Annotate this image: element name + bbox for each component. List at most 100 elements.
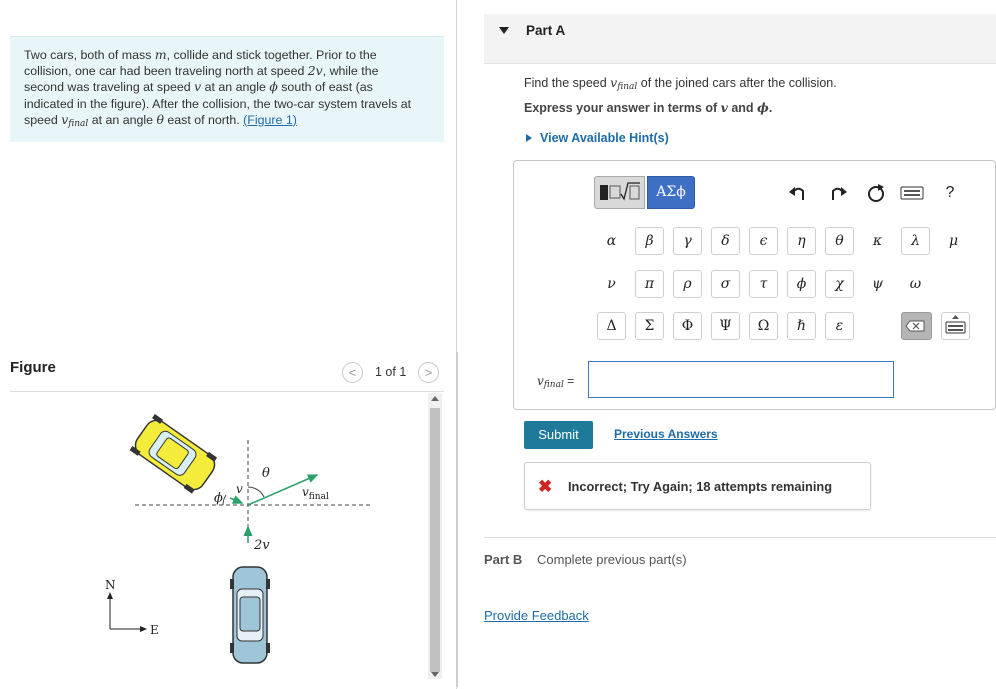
- math-vfinal-sub: final: [68, 118, 89, 129]
- math-phi: ϕ: [757, 100, 769, 115]
- prev-figure-button[interactable]: <: [342, 362, 363, 383]
- theta-arc: [247, 486, 265, 498]
- greek-key-psi[interactable]: ψ: [863, 270, 892, 298]
- label-north: N: [105, 578, 116, 592]
- keyboard-toggle-icon: [945, 315, 966, 334]
- instruction-text: .: [768, 101, 773, 115]
- keyboard-icon[interactable]: [900, 183, 924, 205]
- incorrect-x-icon: ✖: [538, 477, 553, 496]
- greek-key-capital-phi[interactable]: Φ: [673, 312, 702, 340]
- part-a-title: Part A: [526, 23, 566, 38]
- blue-car: [230, 566, 270, 664]
- yellow-car: [129, 414, 218, 494]
- feedback-message: Incorrect; Try Again; 18 attempts remain…: [568, 479, 833, 494]
- figure-heading: Figure: [10, 359, 56, 376]
- panel-divider-lower: [456, 352, 458, 687]
- problem-text-segment: indicated in the figure). After the coll…: [24, 96, 412, 111]
- greek-key-hbar[interactable]: ℏ: [787, 312, 816, 340]
- redo-icon[interactable]: [827, 182, 849, 204]
- math-mass: m: [154, 47, 167, 62]
- figure-scrollbar-thumb[interactable]: [430, 408, 440, 672]
- figure-pager-text: 1 of 1: [375, 365, 407, 379]
- part-b-status: Complete previous part(s): [537, 552, 687, 567]
- greek-key-eta[interactable]: η: [787, 227, 816, 255]
- greek-key-sigma[interactable]: σ: [711, 270, 740, 298]
- greek-key-phi[interactable]: ϕ: [787, 270, 816, 298]
- greek-key-varepsilon[interactable]: ε: [825, 312, 854, 340]
- greek-key-omega[interactable]: ω: [901, 270, 930, 298]
- problem-text-segment: speed: [24, 112, 62, 127]
- greek-key-gamma[interactable]: γ: [673, 227, 702, 255]
- part-a-header[interactable]: [484, 14, 996, 64]
- reset-icon[interactable]: [865, 182, 887, 204]
- question-text: Find the speed: [524, 76, 611, 90]
- label-vfinal: vfinal: [302, 485, 329, 502]
- math-speed-2v: 2v: [307, 63, 323, 79]
- greek-key-kappa[interactable]: κ: [863, 227, 892, 255]
- problem-text-segment: , while the: [322, 64, 379, 79]
- scroll-down-icon[interactable]: [431, 672, 439, 677]
- answer-input-label: vfinal =: [537, 374, 574, 390]
- templates-icon: [600, 182, 640, 201]
- math-v: v: [720, 100, 728, 115]
- collapse-caret-icon[interactable]: [499, 27, 509, 34]
- next-figure-button[interactable]: >: [418, 362, 439, 383]
- arrow-v: [229, 495, 244, 504]
- problem-text-segment: east of north.: [163, 112, 244, 127]
- greek-symbols-button[interactable]: ΑΣϕ: [647, 176, 695, 209]
- greek-key-alpha[interactable]: α: [597, 227, 626, 255]
- math-phi: ϕ: [269, 79, 278, 95]
- greek-key-pi[interactable]: π: [635, 270, 664, 298]
- figure-link[interactable]: (Figure 1): [243, 113, 297, 127]
- problem-text-segment: south of east (as: [277, 80, 373, 95]
- problem-text-segment: at an angle: [201, 80, 270, 95]
- help-icon[interactable]: ?: [939, 182, 961, 204]
- greek-key-lambda[interactable]: λ: [901, 227, 930, 255]
- part-a-question: Find the speed vfinal of the joined cars…: [524, 75, 837, 92]
- backspace-icon: [905, 320, 925, 332]
- keyboard-toggle-button[interactable]: [941, 312, 970, 340]
- label-east: E: [150, 623, 159, 637]
- greek-key-capital-omega[interactable]: Ω: [749, 312, 778, 340]
- templates-button[interactable]: [594, 176, 645, 209]
- problem-text-segment: Two cars, both of mass: [24, 48, 155, 62]
- problem-text-segment: , collide and stick together. Prior to t…: [166, 48, 377, 62]
- view-hints-link[interactable]: View Available Hint(s): [540, 131, 669, 145]
- provide-feedback-link[interactable]: Provide Feedback: [484, 608, 589, 623]
- answer-input[interactable]: [588, 361, 894, 398]
- greek-key-capital-delta[interactable]: Δ: [597, 312, 626, 340]
- part-a-instructions: Express your answer in terms of v and ϕ.: [524, 100, 772, 115]
- greek-key-chi[interactable]: χ: [825, 270, 854, 298]
- equals-sign: =: [563, 374, 575, 388]
- submit-button[interactable]: Submit: [524, 421, 593, 449]
- greek-key-capital-sigma[interactable]: Σ: [635, 312, 664, 340]
- greek-key-beta[interactable]: β: [635, 227, 664, 255]
- greek-key-tau[interactable]: τ: [749, 270, 778, 298]
- question-text: of the joined cars after the collision.: [637, 76, 837, 90]
- greek-key-capital-psi[interactable]: Ψ: [711, 312, 740, 340]
- label-2v: 2v: [253, 538, 270, 553]
- problem-statement: Two cars, both of mass m, collide and st…: [24, 47, 436, 132]
- collision-figure: θ v ϕ vfinal 2v N E: [105, 414, 370, 664]
- scroll-up-icon[interactable]: [431, 396, 439, 401]
- phi-arc: [222, 494, 227, 506]
- hint-caret-icon[interactable]: [526, 134, 532, 142]
- greek-key-nu[interactable]: ν: [597, 270, 626, 298]
- problem-text-segment: second was traveling at speed: [24, 80, 195, 95]
- label-theta: θ: [262, 466, 270, 481]
- math-vfinal-sub: final: [543, 380, 564, 390]
- greek-key-epsilon[interactable]: ϵ: [749, 227, 778, 255]
- backspace-button[interactable]: [901, 312, 932, 340]
- undo-icon[interactable]: [787, 182, 809, 204]
- greek-key-theta[interactable]: θ: [825, 227, 854, 255]
- greek-key-rho[interactable]: ρ: [673, 270, 702, 298]
- greek-key-mu[interactable]: μ: [939, 227, 968, 255]
- math-vfinal: v: [537, 374, 544, 388]
- greek-key-delta[interactable]: δ: [711, 227, 740, 255]
- math-vfinal-sub: final: [617, 82, 638, 92]
- instruction-text: Express your answer in terms of: [524, 101, 721, 115]
- part-b-divider: [484, 537, 996, 538]
- previous-answers-link[interactable]: Previous Answers: [614, 427, 718, 441]
- math-theta: θ: [156, 111, 164, 127]
- figure-divider: [10, 391, 444, 392]
